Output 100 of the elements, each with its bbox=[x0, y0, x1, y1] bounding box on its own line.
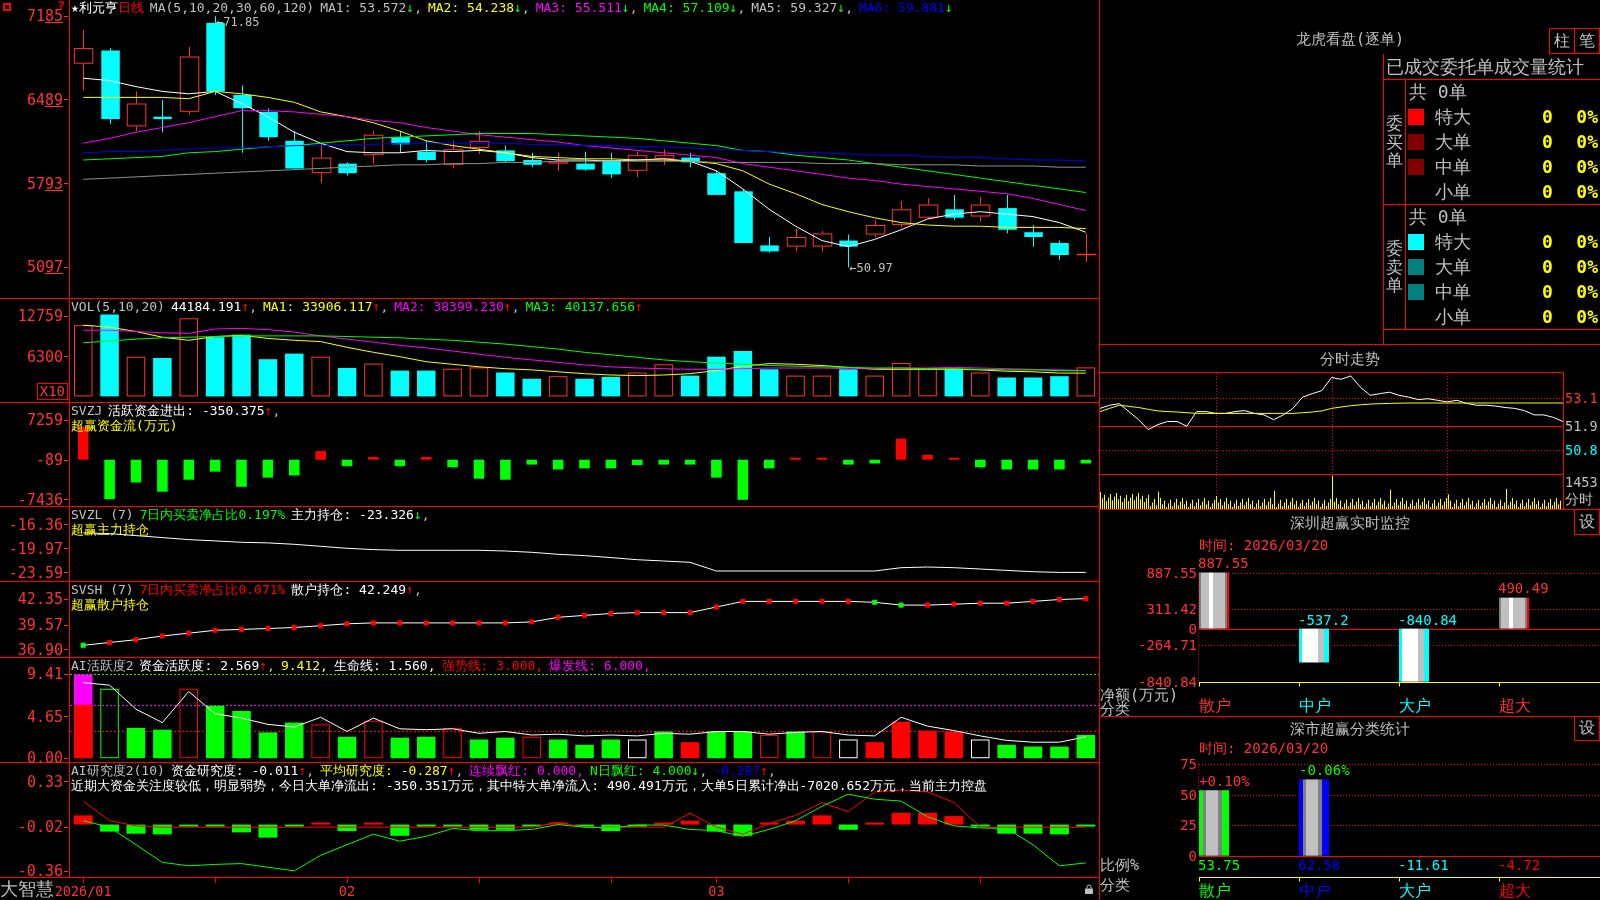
candlestick bbox=[654, 148, 675, 166]
table-title: 已成交委托单成交量统计 bbox=[1386, 55, 1584, 78]
data-point-marker bbox=[397, 620, 403, 626]
order-count: 0 bbox=[1542, 155, 1553, 178]
bar bbox=[575, 378, 594, 397]
comma: , bbox=[521, 0, 530, 15]
order-total: 共 0单 bbox=[1409, 81, 1467, 103]
order-size-label: 小单 bbox=[1435, 305, 1471, 328]
settings-button[interactable]: 设 bbox=[1574, 510, 1600, 535]
indicator-text: 连续飘红: 0.000, bbox=[469, 763, 584, 778]
data-point-marker bbox=[476, 620, 482, 626]
square-icon[interactable] bbox=[3, 3, 11, 11]
view-toggle-button[interactable]: 柱 bbox=[1549, 28, 1575, 54]
axis-title: 比例% bbox=[1100, 856, 1140, 874]
arrow-icon: ↓ bbox=[514, 0, 522, 15]
order-count: 0 bbox=[1542, 230, 1553, 253]
value-label: -840.84 bbox=[1398, 611, 1457, 628]
bar bbox=[1050, 376, 1069, 397]
indicator-text: 生命线: 1.560, bbox=[333, 658, 436, 673]
data-point-marker bbox=[318, 623, 324, 629]
bar bbox=[944, 368, 964, 397]
comma: , bbox=[768, 763, 776, 778]
bar bbox=[473, 459, 485, 479]
bar bbox=[1076, 735, 1096, 759]
panel-title: 龙虎看盘(逐单) bbox=[1295, 30, 1405, 48]
price-annotation: ←50.97 bbox=[849, 261, 893, 276]
bar bbox=[654, 364, 673, 397]
axis-tick-label: 311.42 bbox=[1146, 600, 1197, 617]
candlestick bbox=[73, 29, 94, 91]
order-count: 0 bbox=[1542, 130, 1553, 153]
axis-tick-label: -19.97 bbox=[8, 542, 68, 555]
indicator-title: AI活跃度2 bbox=[71, 658, 134, 673]
bar bbox=[575, 744, 594, 759]
bar bbox=[865, 375, 884, 397]
bar bbox=[443, 824, 463, 827]
indicator-text: MA1: 53.572 bbox=[320, 0, 407, 15]
bar bbox=[209, 459, 221, 472]
indicator-text: 强势线: 3.000, bbox=[441, 658, 544, 673]
indicator-title: VOL(5,10,20) bbox=[71, 299, 165, 314]
bar bbox=[843, 459, 854, 465]
data-point-marker bbox=[608, 611, 614, 616]
bar bbox=[628, 372, 647, 397]
bar bbox=[364, 720, 383, 759]
value-label: 53.75 bbox=[1198, 857, 1241, 873]
bar bbox=[895, 438, 907, 460]
bar bbox=[394, 459, 406, 467]
bar bbox=[816, 457, 828, 460]
data-point-marker bbox=[423, 620, 429, 626]
bar bbox=[627, 824, 647, 827]
bar bbox=[1199, 572, 1229, 629]
arrow-icon: ↓ bbox=[406, 0, 415, 15]
indicator-text: MA4: 57.109 bbox=[643, 0, 730, 15]
bar bbox=[205, 337, 225, 397]
bar bbox=[839, 739, 858, 759]
arrow-icon: ↑ bbox=[760, 763, 769, 778]
axis-tick-label: -16.36 bbox=[8, 518, 68, 531]
view-toggle-button[interactable]: 笔 bbox=[1575, 28, 1600, 54]
bar bbox=[733, 731, 753, 759]
indicator-text: MA5: 59.327 bbox=[751, 0, 838, 15]
bar bbox=[363, 822, 383, 825]
category-label: 超大 bbox=[1499, 695, 1531, 715]
candlestick bbox=[496, 145, 515, 163]
candlestick bbox=[548, 152, 569, 172]
bar bbox=[447, 459, 458, 468]
indicator-text: 9.412, bbox=[280, 658, 328, 673]
bar bbox=[654, 822, 674, 825]
question-mark[interactable]: ? bbox=[57, 1, 65, 10]
candlestick bbox=[153, 99, 172, 133]
bar bbox=[526, 459, 538, 465]
indicator-title: AI研究度2(10) bbox=[71, 763, 165, 778]
axis-tick-label: 42.35 bbox=[17, 593, 68, 605]
order-total: 共 0单 bbox=[1409, 206, 1467, 228]
order-count: 0 bbox=[1542, 180, 1553, 203]
bar bbox=[971, 739, 990, 759]
order-share: 0% bbox=[1576, 180, 1598, 203]
settings-button[interactable]: 设 bbox=[1574, 717, 1600, 741]
value-label: 887.55 bbox=[1198, 554, 1249, 571]
bar bbox=[469, 824, 489, 830]
data-point-marker bbox=[370, 620, 376, 626]
value-label: 490.49 bbox=[1498, 579, 1549, 596]
comma: , bbox=[414, 0, 422, 15]
date-axis-label: 03 bbox=[708, 883, 725, 900]
bar bbox=[337, 368, 357, 397]
order-share: 0% bbox=[1576, 230, 1598, 253]
indicator-title: SVZJ bbox=[71, 403, 103, 418]
bar bbox=[707, 356, 726, 397]
data-point-marker bbox=[845, 598, 851, 604]
bar bbox=[390, 370, 410, 397]
bar bbox=[205, 824, 225, 827]
bar bbox=[997, 744, 1016, 759]
bar bbox=[443, 727, 462, 759]
data-point-marker bbox=[634, 610, 640, 616]
bar bbox=[763, 459, 775, 469]
bar bbox=[469, 367, 489, 397]
bar bbox=[126, 727, 146, 759]
category-label: 大户 bbox=[1399, 880, 1431, 900]
indicator-text: 爆发线: 6.000, bbox=[549, 658, 651, 673]
indicator-text: 7日内买卖净占比0.197% bbox=[139, 507, 286, 522]
bar bbox=[1054, 459, 1065, 470]
group-label: 委买单 bbox=[1386, 113, 1403, 171]
